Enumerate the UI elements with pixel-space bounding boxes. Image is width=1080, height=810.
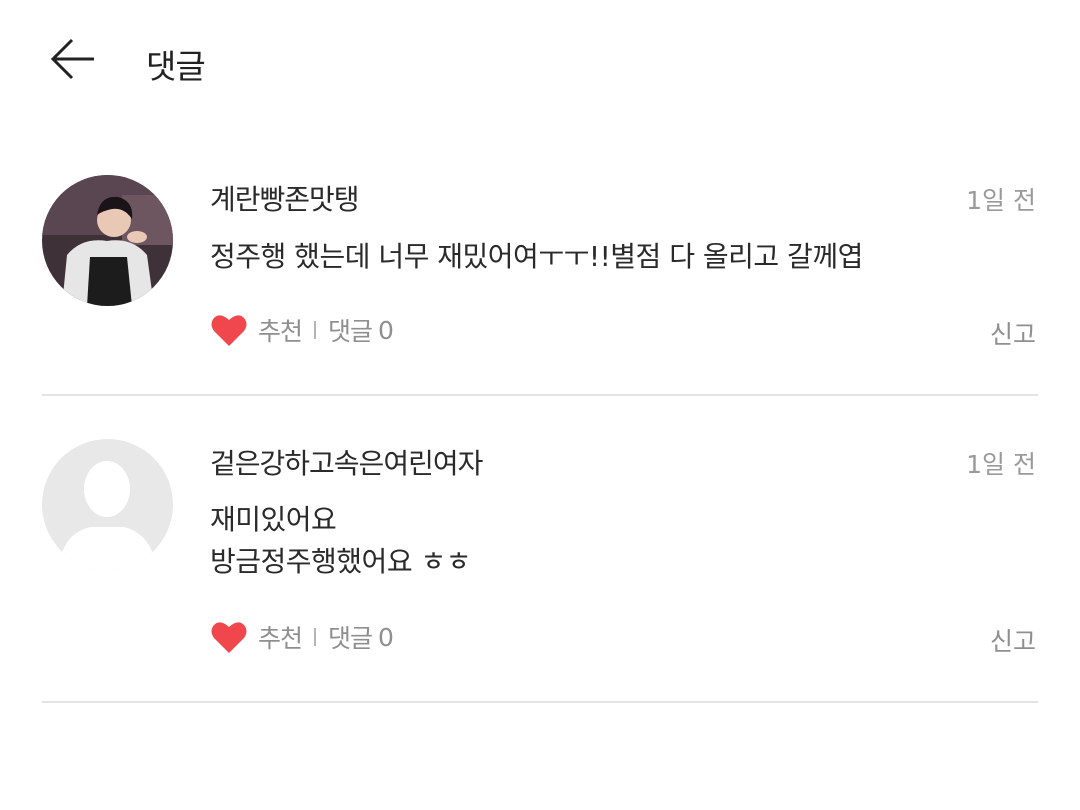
comment-actions: 추천 댓글 0 [210, 310, 394, 350]
user-photo [42, 175, 173, 306]
reply-button[interactable]: 댓글 [328, 312, 373, 348]
report-button[interactable]: 신고 [990, 622, 1036, 658]
comment-text-line: 정주행 했는데 너무 재밌어여ㅜㅜ!!별점 다 올리고 갈께엽 [210, 240, 863, 273]
comment-text-line: 방금정주행했어요 ㅎㅎ [210, 545, 472, 578]
comment-time: 1일 전 [966, 450, 1036, 479]
header: 댓글 [0, 0, 1080, 120]
reply-count: 0 [378, 315, 394, 345]
reply-count: 0 [378, 622, 394, 652]
divider [42, 394, 1038, 396]
divider [42, 701, 1038, 703]
comment-username[interactable]: 계란빵존맛탱 [210, 178, 360, 218]
heart-icon[interactable] [210, 619, 248, 655]
separator [314, 628, 317, 646]
comment-actions: 추천 댓글 0 [210, 617, 394, 657]
separator [314, 321, 317, 339]
like-button[interactable]: 추천 [258, 312, 303, 348]
comment-text-line: 재미있어요 [210, 503, 337, 536]
back-arrow-icon[interactable] [48, 36, 98, 82]
comment-text: 재미있어요 방금정주행했어요 ㅎㅎ [210, 499, 472, 583]
default-avatar-icon [42, 439, 173, 570]
heart-icon[interactable] [210, 312, 248, 348]
like-button[interactable]: 추천 [258, 619, 303, 655]
comment-time: 1일 전 [966, 186, 1036, 215]
avatar[interactable] [42, 439, 173, 570]
reply-button[interactable]: 댓글 [328, 619, 373, 655]
comment-username[interactable]: 겉은강하고속은여린여자 [210, 442, 483, 482]
report-button[interactable]: 신고 [990, 315, 1036, 351]
avatar[interactable] [42, 175, 173, 306]
comment-text: 정주행 했는데 너무 재밌어여ㅜㅜ!!별점 다 올리고 갈께엽 [210, 236, 863, 278]
page-title: 댓글 [146, 47, 206, 86]
